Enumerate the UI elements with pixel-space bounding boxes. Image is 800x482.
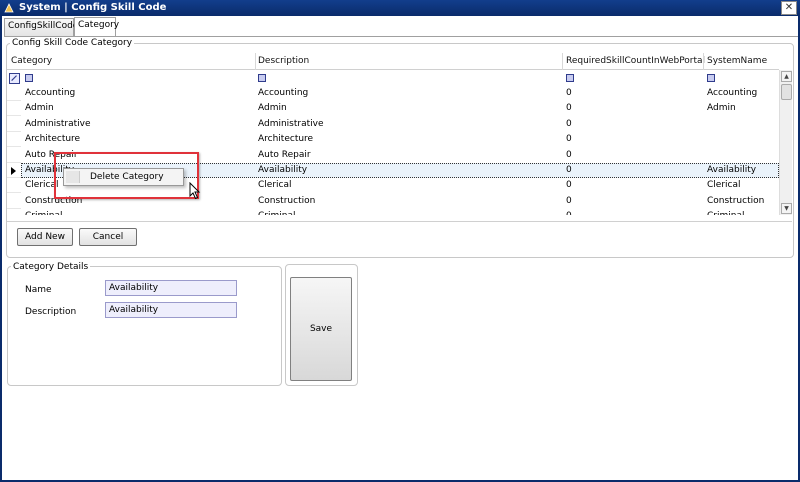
cell-category: Architecture (25, 134, 81, 145)
description-field[interactable]: Availability (105, 302, 237, 318)
row-header[interactable] (7, 101, 21, 117)
cell-description: Architecture (258, 134, 314, 145)
close-button[interactable]: ✕ (781, 1, 797, 15)
grid-scrollbar[interactable]: ▲ ▼ (779, 70, 792, 215)
cell-description: Criminal (258, 211, 295, 215)
window-title: System | Config Skill Code (19, 2, 167, 13)
row-header[interactable] (7, 163, 21, 178)
cell-description: Clerical (258, 180, 292, 191)
add-new-button[interactable]: Add New (17, 228, 73, 246)
column-header-category[interactable]: Category (11, 56, 52, 66)
row-header[interactable] (7, 194, 21, 209)
filter-category-checkbox[interactable] (25, 74, 33, 82)
row-header[interactable] (7, 178, 21, 194)
grid-group-label: Config Skill Code Category (10, 38, 135, 48)
cell-category: Criminal (25, 211, 62, 215)
column-header-systemname[interactable]: SystemName (707, 56, 767, 66)
column-separator[interactable] (255, 53, 256, 70)
table-row[interactable]: Criminal Criminal 0 Criminal (7, 209, 779, 215)
description-label: Description (25, 307, 77, 317)
cell-category: Admin (25, 103, 54, 114)
context-menu: Delete Category (63, 168, 184, 186)
cell-systemname: Criminal (707, 211, 744, 215)
scroll-down-icon[interactable]: ▼ (781, 203, 792, 214)
cell-description: Availability (258, 165, 308, 175)
filter-row (7, 71, 779, 85)
row-header[interactable] (7, 86, 21, 101)
table-row[interactable]: Administrative Administrative 0 (7, 117, 779, 132)
cell-systemname: Accounting (707, 88, 758, 98)
cell-systemname: Admin (707, 103, 736, 114)
scroll-thumb[interactable] (781, 84, 792, 100)
cell-category: Administrative (25, 118, 91, 129)
row-header[interactable] (7, 148, 21, 163)
grid-header: Category Description RequiredSkillCountI… (7, 53, 779, 70)
column-header-required-count[interactable]: RequiredSkillCountInWebPortal (566, 56, 705, 66)
title-bar: System | Config Skill Code ✕ (0, 0, 800, 16)
cell-category: Accounting (25, 88, 76, 98)
cell-systemname: Availability (707, 165, 757, 175)
current-row-arrow-icon (11, 167, 16, 175)
column-separator[interactable] (562, 53, 563, 70)
filter-editor-icon[interactable] (9, 73, 20, 84)
filter-description-checkbox[interactable] (258, 74, 266, 82)
cancel-button[interactable]: Cancel (79, 228, 137, 246)
scroll-up-icon[interactable]: ▲ (781, 71, 792, 82)
name-field[interactable]: Availability (105, 280, 237, 296)
cell-description: Admin (258, 103, 287, 114)
row-header[interactable] (7, 132, 21, 148)
row-header[interactable] (7, 209, 21, 215)
cell-description: Accounting (258, 88, 309, 98)
filter-count-checkbox[interactable] (566, 74, 574, 82)
tab-category[interactable]: Category (74, 17, 119, 37)
name-label: Name (25, 285, 52, 295)
mouse-cursor-icon (189, 182, 201, 200)
column-separator[interactable] (703, 53, 704, 70)
cell-required-count: 0 (566, 149, 572, 160)
cell-required-count: 0 (566, 103, 572, 114)
cell-required-count: 0 (566, 165, 572, 175)
cell-required-count: 0 (566, 134, 572, 145)
table-row[interactable]: Accounting Accounting 0 Accounting (7, 86, 779, 101)
details-group-label: Category Details (11, 262, 91, 272)
cell-systemname: Construction (707, 195, 765, 206)
tab-divider (4, 36, 798, 37)
tab-configskillcode[interactable]: ConfigSkillCode (4, 18, 78, 36)
table-row[interactable]: Architecture Architecture 0 (7, 132, 779, 148)
filter-systemname-checkbox[interactable] (707, 74, 715, 82)
cell-description: Construction (258, 195, 316, 206)
row-header[interactable] (7, 117, 21, 132)
cell-required-count: 0 (566, 195, 572, 206)
cell-description: Auto Repair (258, 149, 311, 160)
cell-systemname: Clerical (707, 180, 741, 191)
delete-category-menu-item[interactable]: Delete Category (90, 172, 164, 182)
cell-required-count: 0 (566, 118, 572, 129)
table-row[interactable]: Admin Admin 0 Admin (7, 101, 779, 117)
cell-required-count: 0 (566, 211, 572, 215)
cell-required-count: 0 (566, 180, 572, 191)
column-header-description[interactable]: Description (258, 56, 309, 66)
app-icon (4, 3, 14, 13)
cell-required-count: 0 (566, 88, 572, 98)
context-menu-gutter (66, 171, 80, 183)
save-button[interactable]: Save (290, 277, 352, 381)
cell-description: Administrative (258, 118, 324, 129)
